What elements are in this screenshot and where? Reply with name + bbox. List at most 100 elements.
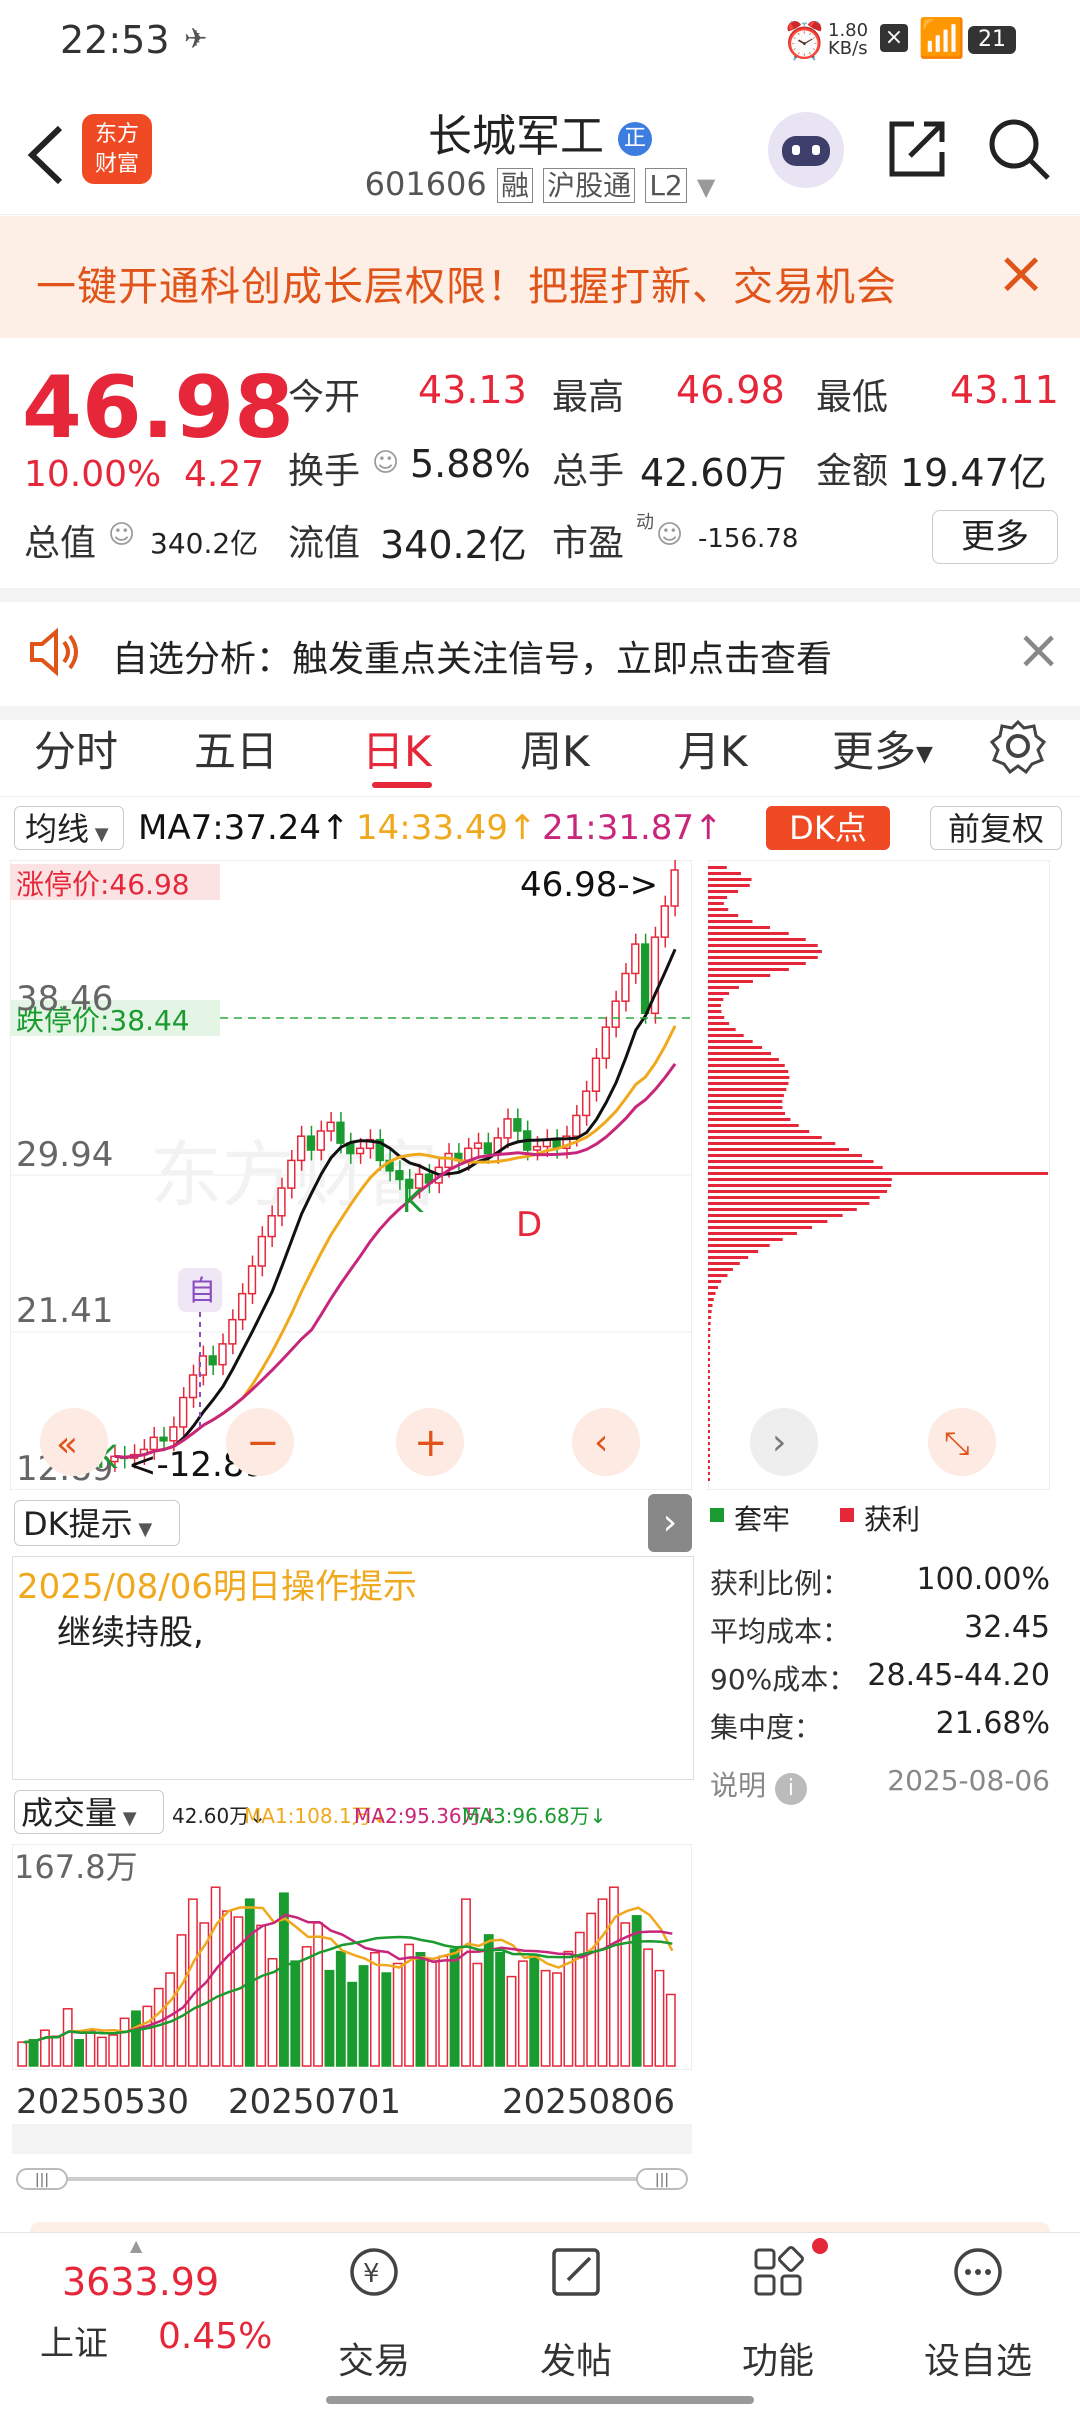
nav-post[interactable]: 发帖 — [520, 2244, 632, 2384]
plus-icon[interactable]: + — [414, 1420, 448, 1466]
volume-bar — [597, 1898, 608, 2067]
chip-bar — [708, 1064, 785, 1067]
index-change: 0.45% — [158, 2316, 273, 2357]
chip-bar — [708, 878, 752, 881]
chip-bar — [708, 896, 728, 899]
explain-link[interactable]: 说明 i — [710, 1764, 807, 1805]
chevron-left-icon[interactable]: ‹ — [594, 1422, 608, 1463]
chip-bar — [708, 890, 739, 893]
profit-legend-swatch — [840, 1508, 854, 1522]
candle — [296, 1135, 306, 1162]
volume-bar — [540, 1969, 551, 2067]
tab-indicator — [372, 782, 432, 788]
tab-weekly-k[interactable]: 周K — [520, 718, 590, 779]
chip-bar — [708, 962, 806, 965]
mcap-value: 340.2亿 — [150, 527, 259, 560]
chip-bar — [708, 998, 724, 1001]
close-icon[interactable]: × — [1016, 618, 1061, 681]
volume-bar — [222, 1910, 232, 2067]
minus-icon[interactable]: − — [246, 1420, 280, 1466]
chevron-right-icon[interactable]: › — [772, 1422, 786, 1463]
volume-selector[interactable]: 成交量 ▼ — [14, 1790, 164, 1834]
tab-timeshare[interactable]: 分时 — [34, 718, 118, 779]
volume-bar — [574, 1931, 585, 2067]
volume-bar — [608, 1886, 619, 2067]
volume-chart[interactable]: 167.8万 — [12, 1844, 692, 2070]
chip-bar — [708, 1250, 759, 1253]
chip-bar — [708, 1070, 789, 1073]
nav-trade[interactable]: ¥ 交易 — [318, 2244, 430, 2384]
gear-icon[interactable] — [990, 718, 1046, 774]
chip-bar — [708, 1286, 718, 1289]
volume-bar — [449, 1948, 460, 2067]
open-value: 43.13 — [418, 368, 527, 412]
chip-distribution[interactable]: › ⤡ — [708, 860, 1050, 1490]
range-slider[interactable]: ||| ||| — [12, 2168, 692, 2190]
chip-bar — [708, 1058, 779, 1061]
promo-banner[interactable]: 一键开通科创成长层权限！把握打新、交易机会 × — [0, 216, 1080, 338]
official-badge: 正 — [618, 122, 652, 156]
chip-bar — [708, 1040, 753, 1043]
indicator-selector[interactable]: 均线 ▼ — [14, 806, 124, 850]
chip-bar — [708, 1424, 710, 1427]
candle — [513, 1118, 522, 1132]
chip-bar — [708, 1400, 711, 1403]
tab-monthly-k[interactable]: 月K — [678, 718, 748, 779]
dk-point-button[interactable]: DK点 — [766, 806, 890, 850]
notification-dot — [812, 2238, 828, 2254]
info-icon[interactable]: ☺ — [108, 520, 135, 550]
more-button[interactable]: 更多 — [932, 510, 1058, 564]
date-axis-bg — [12, 2124, 692, 2154]
ma7-value: MA7:37.24↑ — [138, 808, 350, 848]
slider-left-handle[interactable]: ||| — [16, 2168, 68, 2190]
dk-tip-title: 2025/08/06明日操作提示 — [17, 1567, 417, 1607]
robot-avatar[interactable] — [768, 112, 844, 188]
search-icon[interactable] — [986, 116, 1052, 182]
profit-legend: 获利 — [864, 1503, 921, 1536]
chip-bar — [708, 1322, 711, 1325]
share-icon[interactable] — [884, 116, 950, 182]
candle — [326, 1121, 335, 1132]
chip-bar — [708, 1112, 786, 1115]
nav-functions[interactable]: 功能 — [722, 2238, 834, 2384]
adjust-selector[interactable]: 前复权 — [930, 806, 1062, 850]
candle — [159, 1436, 168, 1442]
float-value: 340.2亿 — [380, 523, 527, 567]
double-chevron-left-icon[interactable]: « — [56, 1424, 78, 1465]
expand-icon[interactable]: ⤡ — [944, 1424, 970, 1462]
chip-bar — [708, 1220, 828, 1223]
chip-bar — [708, 1382, 711, 1385]
chip-bar — [708, 950, 823, 953]
info-icon[interactable]: ☺ — [656, 520, 683, 550]
info-icon[interactable]: ☺ — [372, 448, 399, 478]
tab-5day[interactable]: 五日 — [194, 718, 278, 779]
chip-bar — [708, 1022, 730, 1025]
volume-bar — [529, 1955, 540, 2067]
chip-bar — [708, 1004, 721, 1007]
candle — [670, 869, 679, 907]
tab-daily-k[interactable]: 日K — [362, 718, 432, 779]
candlestick-chart[interactable]: 东方财富 涨停价:46.98 跌停价:38.44 46.98-> 38.46 2… — [10, 860, 692, 1490]
volume-bar — [301, 1946, 312, 2067]
collapse-button[interactable]: › — [648, 1494, 692, 1552]
quote-panel: 46.98 10.00% 4.27 今开 43.13 最高 46.98 最低 4… — [0, 338, 1080, 588]
zi-marker: 自 — [188, 1274, 216, 1307]
dk-selector[interactable]: DK提示 ▼ — [14, 1500, 180, 1546]
tab-more[interactable]: 更多▼ — [832, 718, 933, 779]
caret-down-icon: ▼ — [696, 173, 716, 201]
chip-bar — [708, 1394, 711, 1397]
chip-bar — [708, 872, 741, 875]
candle — [611, 1000, 620, 1028]
candle — [179, 1396, 188, 1428]
volume-bar — [517, 1960, 528, 2067]
nav-add-watchlist[interactable]: 设自选 — [922, 2244, 1034, 2384]
chip-bar — [708, 1076, 790, 1079]
chip-bar — [708, 1460, 710, 1463]
alarm-icon: ⏰ — [782, 21, 827, 62]
index-ticker[interactable]: ▲ 3633.99 上证 0.45% — [0, 2232, 290, 2382]
slider-right-handle[interactable]: ||| — [636, 2168, 688, 2190]
close-icon[interactable]: × — [996, 238, 1046, 308]
analysis-strip[interactable]: 自选分析：触发重点关注信号，立即点击查看 × — [0, 588, 1080, 720]
high-value: 46.98 — [676, 368, 785, 412]
chip-bar — [708, 1034, 744, 1037]
